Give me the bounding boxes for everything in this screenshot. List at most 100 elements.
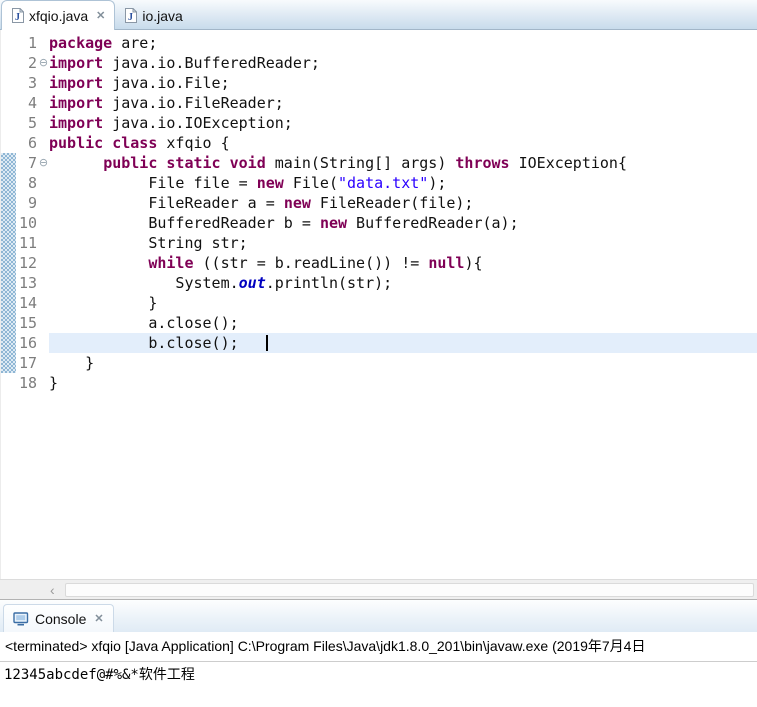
code-text[interactable]: package are;: [49, 33, 757, 53]
code-token: java.io.IOException;: [103, 114, 293, 132]
code-token: BufferedReader(a);: [347, 214, 519, 232]
code-text[interactable]: }: [49, 373, 757, 393]
fold-column: [38, 333, 49, 353]
code-token: ((str = b.readLine()) !=: [193, 254, 429, 272]
code-line[interactable]: 16 b.close();: [1, 333, 757, 353]
line-number[interactable]: 2: [16, 53, 38, 73]
tab-xfqio-java[interactable]: J xfqio.java ✕: [1, 0, 116, 30]
code-line[interactable]: 7 ⊖ public static void main(String[] args…: [1, 153, 757, 173]
code-token: new: [256, 174, 284, 192]
code-line[interactable]: 5 import java.io.IOException;: [1, 113, 757, 133]
line-number[interactable]: 7: [16, 153, 38, 173]
line-number[interactable]: 1: [16, 33, 38, 53]
change-indicator-bar: [1, 173, 16, 193]
gutter-spacer: [1, 33, 16, 53]
svg-text:J: J: [15, 12, 20, 23]
code-text[interactable]: b.close();: [49, 333, 757, 353]
change-indicator-bar: [1, 293, 16, 313]
close-icon[interactable]: ✕: [96, 9, 105, 22]
scroll-left-icon[interactable]: ‹: [50, 582, 55, 598]
code-token: xfqio {: [157, 134, 230, 152]
fold-collapse-icon[interactable]: ⊖: [38, 153, 49, 173]
code-lines[interactable]: 1 package are; 2 ⊖ import java.io.BufferedRe…: [0, 30, 757, 579]
change-indicator-bar: [1, 193, 16, 213]
fold-collapse-icon[interactable]: ⊖: [38, 53, 49, 73]
code-line[interactable]: 3 import java.io.File;: [1, 73, 757, 93]
line-number[interactable]: 4: [16, 93, 38, 113]
code-text[interactable]: while ((str = b.readLine()) != null){: [49, 253, 757, 273]
fold-column: [38, 233, 49, 253]
code-token: ){: [464, 254, 483, 272]
code-line[interactable]: 11 String str;: [1, 233, 757, 253]
fold-column: [38, 273, 49, 293]
code-text[interactable]: System.out.println(str);: [49, 273, 757, 293]
code-token: a.close();: [49, 314, 239, 332]
close-icon[interactable]: ✕: [94, 612, 103, 625]
code-editor: 1 package are; 2 ⊖ import java.io.BufferedRe…: [0, 30, 757, 599]
code-token: File file =: [49, 174, 257, 192]
code-text[interactable]: a.close();: [49, 313, 757, 333]
line-number[interactable]: 16: [16, 333, 38, 353]
line-number[interactable]: 18: [16, 373, 38, 393]
code-text[interactable]: String str;: [49, 233, 757, 253]
code-line[interactable]: 17 }: [1, 353, 757, 373]
code-token: }: [49, 354, 95, 372]
code-token: import: [49, 94, 104, 112]
fold-column: [38, 313, 49, 333]
line-number[interactable]: 10: [16, 213, 38, 233]
code-text[interactable]: FileReader a = new FileReader(file);: [49, 193, 757, 213]
gutter-spacer: [1, 93, 16, 113]
line-number[interactable]: 6: [16, 133, 38, 153]
line-number[interactable]: 14: [16, 293, 38, 313]
line-number[interactable]: 11: [16, 233, 38, 253]
line-number[interactable]: 17: [16, 353, 38, 373]
code-line[interactable]: 14 }: [1, 293, 757, 313]
code-line[interactable]: 18}: [1, 373, 757, 393]
code-line[interactable]: 9 FileReader a = new FileReader(file);: [1, 193, 757, 213]
line-number[interactable]: 5: [16, 113, 38, 133]
code-token: File(: [283, 174, 338, 192]
code-text[interactable]: public class xfqio {: [49, 133, 757, 153]
tab-label: Console: [35, 610, 87, 627]
code-text[interactable]: import java.io.FileReader;: [49, 93, 757, 113]
code-line[interactable]: 4 import java.io.FileReader;: [1, 93, 757, 113]
code-line[interactable]: 6 public class xfqio {: [1, 133, 757, 153]
scrollbar-thumb[interactable]: [64, 582, 754, 597]
fold-column: [38, 213, 49, 233]
code-text[interactable]: }: [49, 293, 757, 313]
change-indicator-bar: [1, 253, 16, 273]
fold-column: [38, 73, 49, 93]
code-line[interactable]: 13 System.out.println(str);: [1, 273, 757, 293]
code-text[interactable]: BufferedReader b = new BufferedReader(a)…: [49, 213, 757, 233]
code-line[interactable]: 8 File file = new File("data.txt");: [1, 173, 757, 193]
code-token: package: [49, 34, 113, 52]
console-output[interactable]: 12345abcdef@#%&*软件工程: [0, 662, 757, 707]
line-number[interactable]: 9: [16, 193, 38, 213]
code-text[interactable]: }: [49, 353, 757, 373]
code-line[interactable]: 10 BufferedReader b = new BufferedReader…: [1, 213, 757, 233]
code-token: class: [112, 134, 158, 152]
line-number[interactable]: 13: [16, 273, 38, 293]
line-number[interactable]: 8: [16, 173, 38, 193]
code-line[interactable]: 1 package are;: [1, 33, 757, 53]
code-token: public: [103, 154, 158, 172]
tab-console[interactable]: Console ✕: [3, 604, 114, 632]
java-file-icon: J: [125, 8, 138, 23]
code-token: while: [148, 254, 194, 272]
code-line[interactable]: 15 a.close();: [1, 313, 757, 333]
code-text[interactable]: File file = new File("data.txt");: [49, 173, 757, 193]
tab-io-java[interactable]: J io.java: [115, 2, 191, 29]
code-text[interactable]: import java.io.BufferedReader;: [49, 53, 757, 73]
line-number[interactable]: 12: [16, 253, 38, 273]
code-text[interactable]: import java.io.IOException;: [49, 113, 757, 133]
fold-column: [38, 113, 49, 133]
line-number[interactable]: 15: [16, 313, 38, 333]
code-text[interactable]: import java.io.File;: [49, 73, 757, 93]
line-number[interactable]: 3: [16, 73, 38, 93]
code-line[interactable]: 12 while ((str = b.readLine()) != null){: [1, 253, 757, 273]
horizontal-scrollbar[interactable]: ‹: [0, 579, 757, 599]
code-text[interactable]: public static void main(String[] args) t…: [49, 153, 757, 173]
code-line[interactable]: 2 ⊖ import java.io.BufferedReader;: [1, 53, 757, 73]
